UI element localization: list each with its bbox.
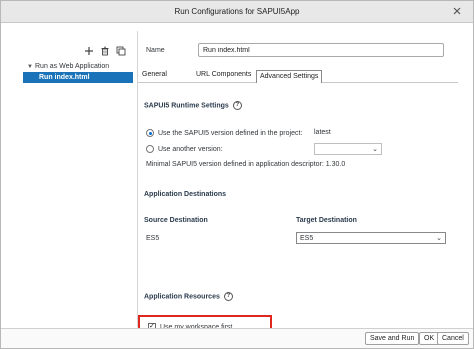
configuration-details: Name General URL Components Advanced Set…: [138, 31, 458, 337]
target-destination-select[interactable]: ES5 ⌄: [296, 232, 446, 244]
duplicate-icon[interactable]: [115, 45, 126, 56]
target-destination-header: Target Destination: [296, 217, 357, 224]
target-destination-value: ES5: [300, 235, 314, 242]
advanced-settings-panel: SAPUI5 Runtime Settings? Use the SAPUI5 …: [138, 84, 458, 337]
runtime-title-text: SAPUI5 Runtime Settings: [144, 102, 229, 110]
help-icon[interactable]: ?: [223, 292, 233, 301]
chevron-down-icon[interactable]: ▼: [27, 64, 35, 70]
destinations-section-title: Application Destinations: [144, 191, 227, 198]
configurations-pane: ▼ Run as Web Application Run index.html: [23, 41, 133, 327]
add-icon[interactable]: [83, 45, 94, 56]
project-version-value: latest: [314, 129, 331, 136]
name-label: Name: [146, 47, 165, 54]
save-and-run-button[interactable]: Save and Run: [365, 332, 420, 345]
tree-group-label: Run as Web Application: [35, 63, 110, 70]
other-version-select[interactable]: ⌄: [314, 143, 382, 155]
cancel-button[interactable]: Cancel: [437, 332, 469, 345]
source-destination-header: Source Destination: [144, 217, 208, 224]
tab-bar: General URL Components Advanced Settings: [138, 69, 458, 83]
name-input[interactable]: [198, 43, 444, 57]
chevron-down-icon: ⌄: [436, 235, 442, 242]
radio-other-version[interactable]: Use another version:: [146, 145, 223, 153]
tree-item-label: Run index.html: [39, 74, 90, 81]
tab-url-components[interactable]: URL Components: [196, 71, 251, 78]
resources-title-text: Application Resources: [144, 293, 220, 301]
tab-general[interactable]: General: [142, 71, 167, 78]
radio-project-label: Use the SAPUI5 version defined in the pr…: [158, 129, 303, 137]
delete-icon[interactable]: [99, 45, 110, 56]
radio-button-off[interactable]: [146, 145, 154, 153]
chevron-down-icon: ⌄: [372, 146, 378, 153]
runtime-section-title: SAPUI5 Runtime Settings?: [144, 101, 242, 110]
radio-button-on[interactable]: [146, 129, 154, 137]
help-icon[interactable]: ?: [232, 101, 242, 110]
configurations-toolbar: [83, 45, 126, 56]
minimal-version-text: Minimal SAPUI5 version defined in applic…: [146, 161, 346, 168]
source-destination-value: ES5: [146, 235, 160, 242]
run-configurations-dialog: Run Configurations for SAPUI5App ▼ Run a…: [0, 0, 474, 349]
title-bar: Run Configurations for SAPUI5App: [1, 1, 473, 23]
resources-section-title: Application Resources?: [144, 292, 233, 301]
close-icon[interactable]: [451, 5, 463, 17]
radio-project-version[interactable]: Use the SAPUI5 version defined in the pr…: [146, 129, 302, 137]
tree-group-web-application[interactable]: ▼ Run as Web Application: [23, 61, 133, 72]
tree-item-run-index[interactable]: Run index.html: [23, 72, 133, 83]
dialog-title: Run Configurations for SAPUI5App: [174, 7, 300, 16]
tab-advanced-settings[interactable]: Advanced Settings: [256, 70, 323, 83]
configurations-tree: ▼ Run as Web Application Run index.html: [23, 61, 133, 83]
radio-other-label: Use another version:: [158, 145, 223, 153]
dialog-footer: Save and Run OK Cancel: [1, 328, 473, 348]
